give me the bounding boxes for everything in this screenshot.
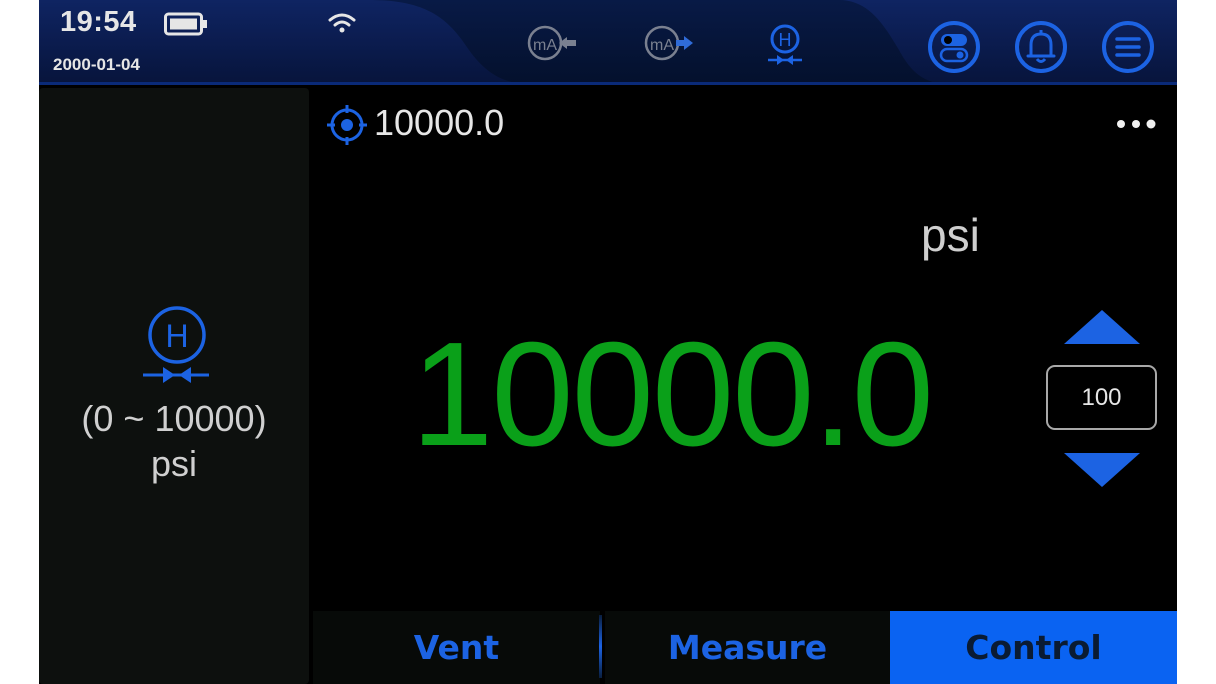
bell-icon[interactable] — [1014, 20, 1068, 74]
tab-control[interactable]: Control — [890, 611, 1177, 684]
tab-vent[interactable]: Vent — [313, 611, 600, 684]
setpoint-value[interactable]: 10000.0 — [374, 102, 504, 144]
wifi-icon — [328, 13, 356, 33]
device-screen: 19:54 2000-01-04 mA mA H H (0 ~ 10000) p… — [39, 0, 1177, 684]
hydraulic-pressure-icon[interactable]: H — [763, 22, 807, 68]
ma-output-label: mA — [650, 37, 674, 54]
range-icon-label: H — [165, 318, 188, 354]
status-bar-background — [39, 0, 1177, 85]
pressure-reading: 10000.0 — [411, 312, 934, 477]
clock: 19:54 — [60, 6, 137, 38]
range-unit: psi — [150, 443, 198, 484]
ma-output-icon[interactable]: mA — [642, 22, 700, 66]
ma-input-icon[interactable]: mA — [525, 22, 583, 66]
date: 2000-01-04 — [53, 55, 140, 74]
battery-icon — [164, 12, 207, 36]
range-panel[interactable]: H (0 ~ 10000) psi — [39, 88, 309, 684]
ma-input-label: mA — [533, 37, 557, 54]
menu-icon[interactable] — [1101, 20, 1155, 74]
reading-unit: psi — [921, 209, 980, 261]
step-size-box[interactable]: 100 — [1046, 365, 1157, 430]
step-up-arrow-icon[interactable] — [1064, 310, 1140, 346]
hydraulic-icon-label: H — [779, 30, 792, 50]
tab-divider — [599, 615, 602, 678]
target-icon — [327, 105, 367, 145]
hydraulic-pressure-icon: H — [143, 306, 209, 383]
more-icon[interactable] — [1113, 114, 1159, 134]
toggle-settings-button[interactable] — [927, 20, 981, 74]
step-down-arrow-icon[interactable] — [1064, 453, 1140, 489]
status-bar: 19:54 2000-01-04 mA mA H — [39, 0, 1177, 85]
range-text: (0 ~ 10000) — [81, 398, 267, 439]
tab-measure[interactable]: Measure — [605, 611, 890, 684]
